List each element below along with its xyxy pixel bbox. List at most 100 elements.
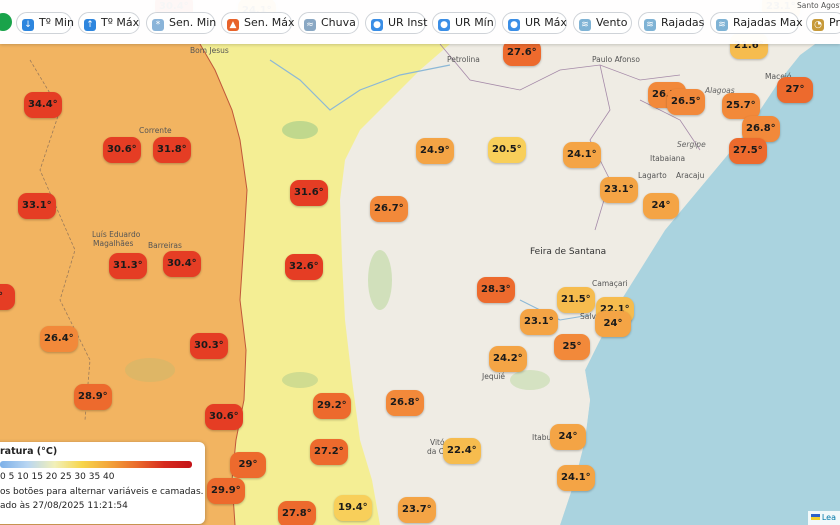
- toolbar-button-label: Tº Min: [39, 16, 74, 29]
- map-attribution[interactable]: Lea: [807, 511, 840, 525]
- temperature-marker[interactable]: 29.9°: [207, 478, 245, 504]
- toolbar-button-label: UR Inst: [388, 16, 428, 29]
- snowflake-icon: *: [152, 19, 164, 31]
- temperature-marker[interactable]: 27°: [777, 77, 813, 103]
- temperature-marker[interactable]: 19.4°: [334, 495, 372, 521]
- gauge-icon: ◔: [812, 19, 824, 31]
- temperature-marker[interactable]: 32.6°: [285, 254, 323, 280]
- temperature-marker[interactable]: 24°: [550, 424, 586, 450]
- toolbar-button-label: Rajadas Max: [733, 16, 803, 29]
- flag-icon: [810, 514, 820, 520]
- temperature-marker[interactable]: 23.7°: [398, 497, 436, 523]
- legend-title: ratura (°C): [0, 446, 58, 457]
- toolbar-button-1[interactable]: ↓ Tº Min: [16, 12, 74, 34]
- temperature-marker[interactable]: 22.4°: [443, 438, 481, 464]
- temperature-marker[interactable]: 23.1°: [600, 177, 638, 203]
- toolbar-button-5[interactable]: ≈ Chuva: [298, 12, 359, 34]
- attribution-link[interactable]: Lea: [822, 513, 836, 522]
- toolbar-button-8[interactable]: ● UR Máx: [502, 12, 567, 34]
- city-label: Luís Eduardo: [92, 230, 141, 239]
- toolbar-button-label: Vento: [596, 16, 628, 29]
- temperature-marker[interactable]: 1°: [0, 284, 15, 310]
- temperature-marker[interactable]: 28.3°: [477, 277, 515, 303]
- toolbar-button-label: UR Mín: [455, 16, 494, 29]
- water-drop-icon: ●: [508, 19, 520, 31]
- city-label: Bom Jesus: [190, 46, 229, 55]
- temperature-marker[interactable]: 27.2°: [310, 439, 348, 465]
- thermometer-down-icon: ↓: [22, 19, 34, 31]
- temperature-marker[interactable]: 34.4°: [24, 92, 62, 118]
- city-label: Camaçari: [592, 279, 628, 288]
- toolbar-button-label: Pre: [829, 16, 840, 29]
- water-drop-icon: ●: [438, 19, 450, 31]
- legend-ticks: 0 5 10 15 20 25 30 35 40: [0, 472, 115, 482]
- toolbar-button-9[interactable]: ≋ Vento: [573, 12, 632, 34]
- city-label: Petrolina: [447, 55, 480, 64]
- wind-icon: ≋: [644, 19, 656, 31]
- temperature-marker[interactable]: 30.6°: [103, 137, 141, 163]
- wind-icon: ≋: [716, 19, 728, 31]
- city-label: Magalhães: [93, 239, 134, 248]
- toolbar-button-label: Tº Máx: [101, 16, 140, 29]
- city-label: Corrente: [139, 126, 172, 135]
- temperature-marker[interactable]: 24°: [643, 193, 679, 219]
- city-label: Paulo Afonso: [592, 55, 640, 64]
- city-label: Itabaiana: [650, 154, 686, 163]
- thermometer-up-icon: ↑: [84, 19, 96, 31]
- legend-updated: ado às 27/08/2025 11:21:54: [0, 501, 128, 511]
- toolbar-button-label: UR Máx: [525, 16, 567, 29]
- variable-toolbar: ↓ Tº Min ↑ Tº Máx * Sen. Min ▲ Sen. Máx ≈ Chuva ● U…: [0, 0, 840, 44]
- temperature-marker[interactable]: 24°: [595, 311, 631, 337]
- city-label: Itabu: [532, 433, 552, 442]
- toolbar-button-label: Sen. Máx: [244, 16, 295, 29]
- temperature-marker[interactable]: 27.8°: [278, 501, 316, 525]
- water-drop-icon: ●: [371, 19, 383, 31]
- temperature-marker[interactable]: 31.8°: [153, 137, 191, 163]
- toolbar-button-label: Rajadas: [661, 16, 705, 29]
- city-label: Santo Agost: [797, 1, 840, 10]
- temperature-marker[interactable]: 24.9°: [416, 138, 454, 164]
- legend-hint: os botões para alternar variáveis e cama…: [0, 487, 204, 497]
- city-label: Barreiras: [148, 241, 182, 250]
- temperature-marker[interactable]: 29.2°: [313, 393, 351, 419]
- temperature-marker[interactable]: 20.5°: [488, 137, 526, 163]
- temperature-marker[interactable]: 21.5°: [557, 287, 595, 313]
- wind-icon: ≋: [579, 19, 591, 31]
- temperature-marker[interactable]: 30.3°: [190, 333, 228, 359]
- legend-color-scale: [0, 461, 192, 468]
- temperature-marker[interactable]: 28.9°: [74, 384, 112, 410]
- toolbar-button-7[interactable]: ● UR Mín: [432, 12, 496, 34]
- temperature-marker[interactable]: 26.7°: [370, 196, 408, 222]
- fire-icon: ▲: [227, 19, 239, 31]
- city-label: Jequié: [482, 372, 506, 381]
- temperature-marker[interactable]: 30.6°: [205, 404, 243, 430]
- temperature-marker[interactable]: 30.4°: [163, 251, 201, 277]
- city-label: Sergipe: [677, 140, 706, 149]
- temperature-marker[interactable]: 26.4°: [40, 326, 78, 352]
- toolbar-button-4[interactable]: ▲ Sen. Máx: [221, 12, 295, 34]
- city-label: Aracaju: [676, 171, 705, 180]
- temperature-marker[interactable]: 23.1°: [520, 309, 558, 335]
- temperature-marker[interactable]: 27.5°: [729, 138, 767, 164]
- temperature-marker[interactable]: 29°: [230, 452, 266, 478]
- status-indicator[interactable]: [0, 13, 12, 31]
- toolbar-button-2[interactable]: ↑ Tº Máx: [78, 12, 140, 34]
- temperature-marker[interactable]: 26.5°: [667, 89, 705, 115]
- toolbar-button-3[interactable]: * Sen. Min: [146, 12, 216, 34]
- toolbar-button-11[interactable]: ≋ Rajadas Max: [710, 12, 803, 34]
- temperature-marker[interactable]: 24.2°: [489, 346, 527, 372]
- temperature-marker[interactable]: 24.1°: [563, 142, 601, 168]
- toolbar-button-6[interactable]: ● UR Inst: [365, 12, 428, 34]
- temperature-marker[interactable]: 31.6°: [290, 180, 328, 206]
- city-label: Salv: [580, 312, 596, 321]
- toolbar-button-10[interactable]: ≋ Rajadas: [638, 12, 704, 34]
- toolbar-button-label: Chuva: [321, 16, 356, 29]
- temperature-marker[interactable]: 31.3°: [109, 253, 147, 279]
- temperature-marker[interactable]: 33.1°: [18, 193, 56, 219]
- temperature-marker[interactable]: 25°: [554, 334, 590, 360]
- toolbar-button-12[interactable]: ◔ Pre: [806, 12, 840, 34]
- temperature-marker[interactable]: 24.1°: [557, 465, 595, 491]
- rain-cloud-icon: ≈: [304, 19, 316, 31]
- temperature-marker[interactable]: 26.8°: [386, 390, 424, 416]
- temperature-legend: ratura (°C) 0 5 10 15 20 25 30 35 40 os …: [0, 442, 205, 524]
